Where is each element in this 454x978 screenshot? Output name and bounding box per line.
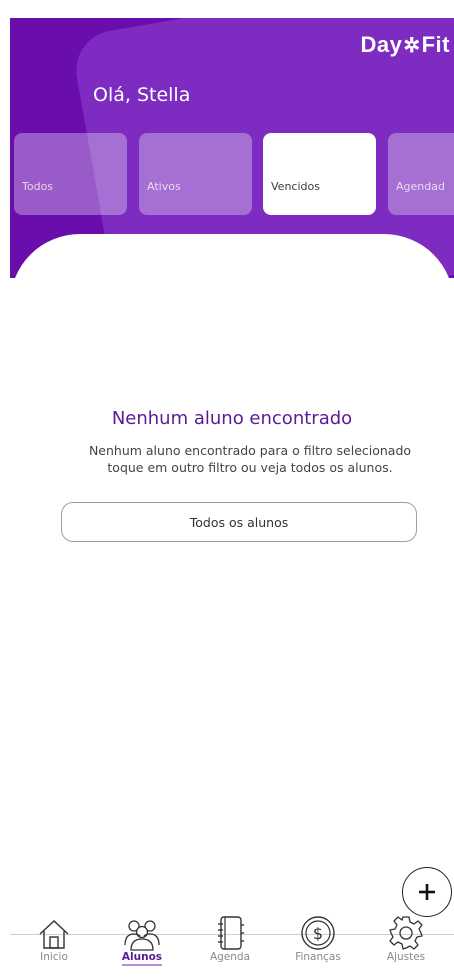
filter-vencidos[interactable]: Vencidos (263, 133, 376, 215)
logo-text-right: Fit (421, 32, 450, 57)
nav-agenda[interactable]: Agenda (186, 916, 274, 978)
nav-financas[interactable]: $ Finanças (274, 916, 362, 978)
filter-row: Todos Ativos Vencidos Agendad (14, 133, 454, 215)
bottom-navigation: Inicio Alunos Agenda $ Finanças Ajustes (10, 916, 454, 978)
nav-label: Alunos (121, 951, 163, 966)
all-students-button[interactable]: Todos os alunos (61, 502, 417, 542)
dollar-icon: $ (301, 916, 335, 950)
notebook-icon (218, 916, 244, 950)
nav-label: Finanças (295, 951, 341, 963)
svg-text:$: $ (313, 924, 323, 943)
nav-label: Ajustes (386, 951, 426, 963)
users-icon (124, 920, 160, 951)
nav-label: Inicio (40, 951, 68, 963)
nav-ajustes[interactable]: Ajustes (362, 916, 450, 978)
app-logo: Day ✲ Fit (360, 32, 450, 58)
nav-label: Agenda (209, 951, 251, 963)
empty-state-line-1: Nenhum aluno encontrado para o filtro se… (88, 443, 412, 458)
filter-label: Vencidos (271, 180, 320, 193)
plus-icon (419, 884, 435, 900)
greeting: Olá, Stella (93, 84, 191, 106)
nav-inicio[interactable]: Inicio (10, 920, 98, 978)
logo-star-icon: ✲ (403, 34, 421, 57)
empty-state-description: Nenhum aluno encontrado para o filtro se… (70, 442, 430, 476)
students-screen: Day ✲ Fit Olá, Stella Todos Ativos Venci… (0, 0, 454, 978)
add-student-button[interactable] (402, 867, 452, 917)
content-panel (10, 234, 454, 914)
filter-ativos[interactable]: Ativos (139, 133, 252, 215)
filter-label: Agendad (396, 180, 445, 193)
gear-icon (389, 916, 423, 950)
home-icon (39, 920, 69, 949)
logo-text-left: Day (360, 32, 403, 57)
filter-label: Ativos (147, 180, 181, 193)
filter-agendados[interactable]: Agendad (388, 133, 454, 215)
empty-state-title: Nenhum aluno encontrado (111, 408, 353, 429)
filter-label: Todos (22, 180, 54, 193)
empty-state-line-2: toque em outro filtro ou veja todos os a… (107, 460, 393, 475)
filter-todos[interactable]: Todos (14, 133, 127, 215)
nav-alunos[interactable]: Alunos (98, 920, 186, 978)
